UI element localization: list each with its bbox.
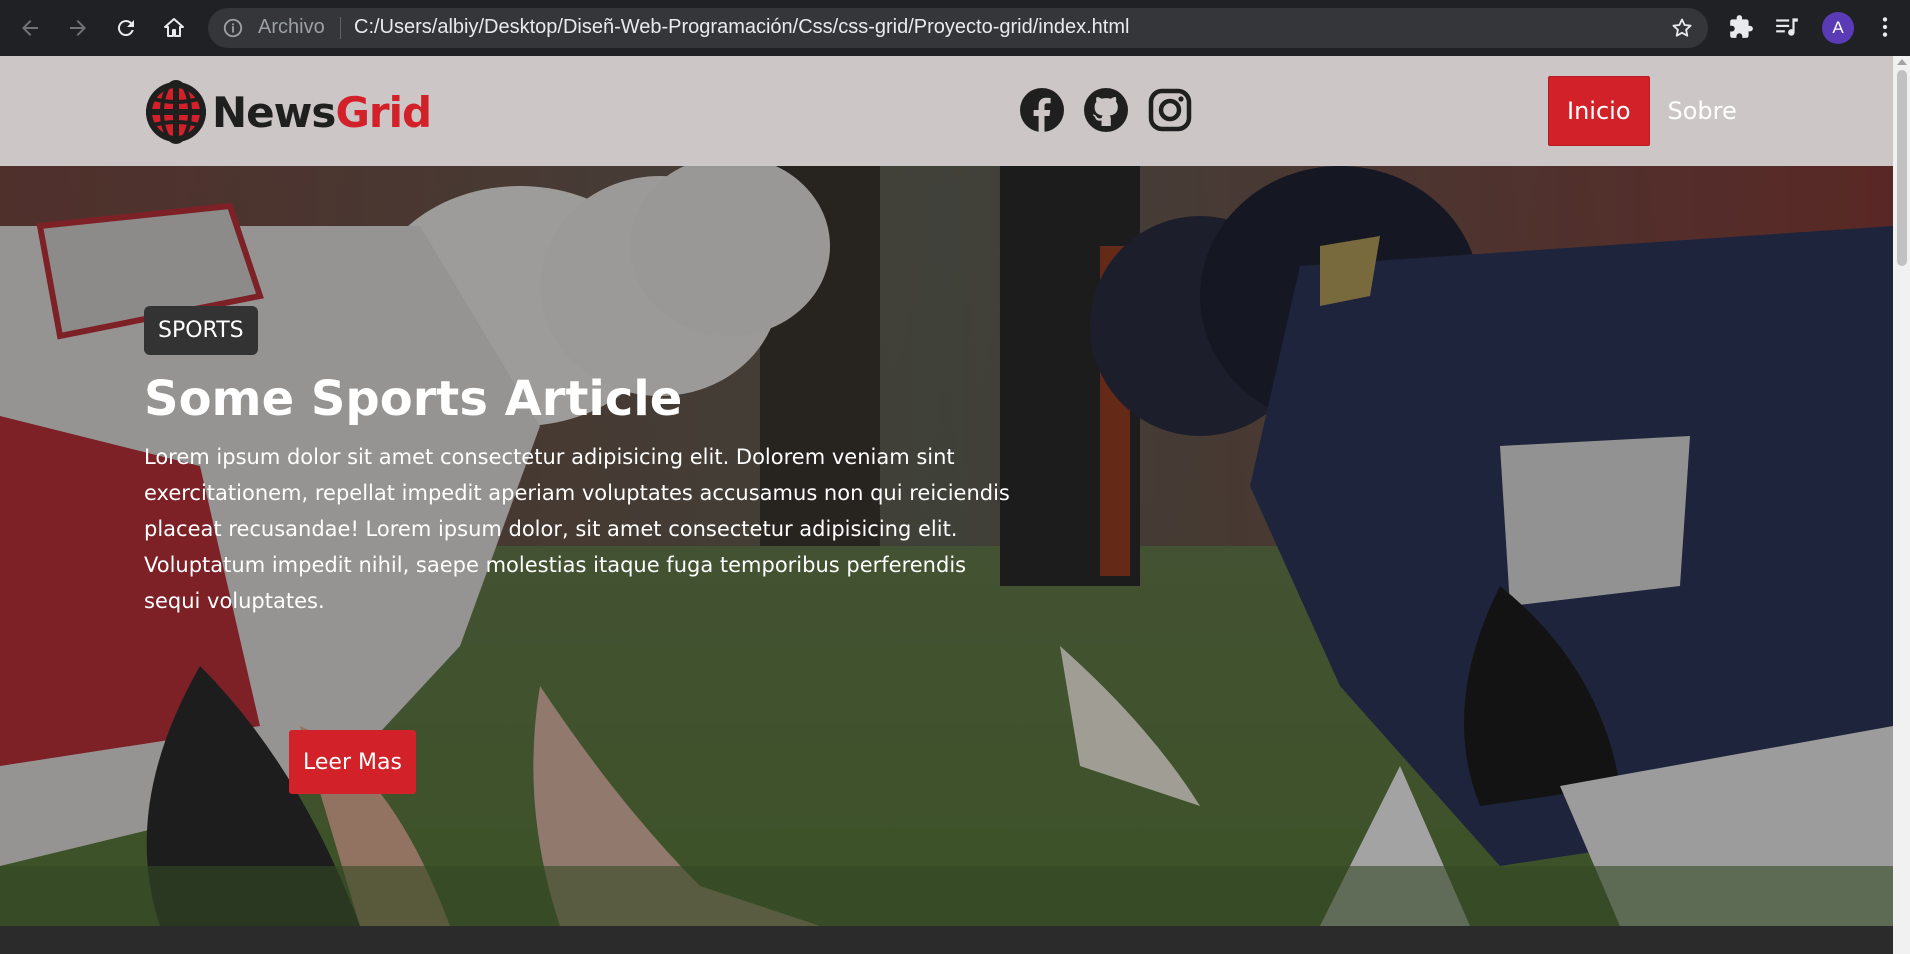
social-links <box>1018 86 1194 134</box>
site-header: NewsGrid Inicio Sobre <box>0 56 1893 166</box>
facebook-icon[interactable] <box>1018 86 1066 134</box>
forward-button[interactable] <box>62 12 94 44</box>
forward-icon <box>70 20 86 36</box>
category-badge: SPORTS <box>144 306 258 355</box>
page-scrollbar[interactable] <box>1893 56 1910 954</box>
media-queue-icon[interactable] <box>1774 14 1800 40</box>
profile-avatar[interactable]: A <box>1822 12 1854 44</box>
logo-text-main: News <box>212 87 336 137</box>
reload-icon <box>117 20 134 37</box>
url-text[interactable]: C:/Users/albiy/Desktop/Diseñ-Web-Program… <box>354 16 1129 39</box>
back-icon <box>22 20 38 36</box>
home-icon <box>164 18 184 37</box>
menu-kebab-icon[interactable] <box>1872 14 1898 40</box>
scroll-up-arrow-icon[interactable] <box>1897 59 1907 65</box>
next-section <box>0 926 1893 954</box>
info-icon[interactable] <box>222 17 244 39</box>
instagram-icon[interactable] <box>1146 86 1194 134</box>
github-icon[interactable] <box>1082 86 1130 134</box>
page-viewport: NewsGrid Inicio Sobre SPORTS Some Sports… <box>0 56 1910 954</box>
article-title: Some Sports Article <box>144 371 683 427</box>
hero-section: SPORTS Some Sports Article Lorem ipsum d… <box>0 166 1893 926</box>
scrollbar-thumb[interactable] <box>1897 70 1907 266</box>
url-scheme-label: Archivo <box>258 16 325 38</box>
hero-content: SPORTS Some Sports Article Lorem ipsum d… <box>144 306 1014 619</box>
reload-button[interactable] <box>110 12 142 44</box>
article-excerpt: Lorem ipsum dolor sit amet consectetur a… <box>144 445 1010 613</box>
nav-link-sobre[interactable]: Sobre <box>1650 76 1755 146</box>
read-more-button[interactable]: Leer Mas <box>289 730 416 794</box>
main-navigation: Inicio Sobre <box>1548 76 1755 146</box>
logo-text-accent: Grid <box>335 87 432 137</box>
nav-link-inicio[interactable]: Inicio <box>1548 76 1650 146</box>
back-button[interactable] <box>14 12 46 44</box>
bookmark-star-icon[interactable] <box>1670 16 1694 40</box>
globe-logo-icon <box>146 80 206 144</box>
extensions-icon[interactable] <box>1728 14 1754 40</box>
address-bar[interactable]: Archivo C:/Users/albiy/Desktop/Diseñ-Web… <box>208 8 1708 48</box>
browser-toolbar: Archivo C:/Users/albiy/Desktop/Diseñ-Web… <box>0 0 1910 56</box>
logo-wordmark: NewsGrid <box>212 87 432 137</box>
site-logo[interactable]: NewsGrid <box>144 80 432 144</box>
omnibox-divider <box>340 17 341 39</box>
home-button[interactable] <box>158 12 190 44</box>
